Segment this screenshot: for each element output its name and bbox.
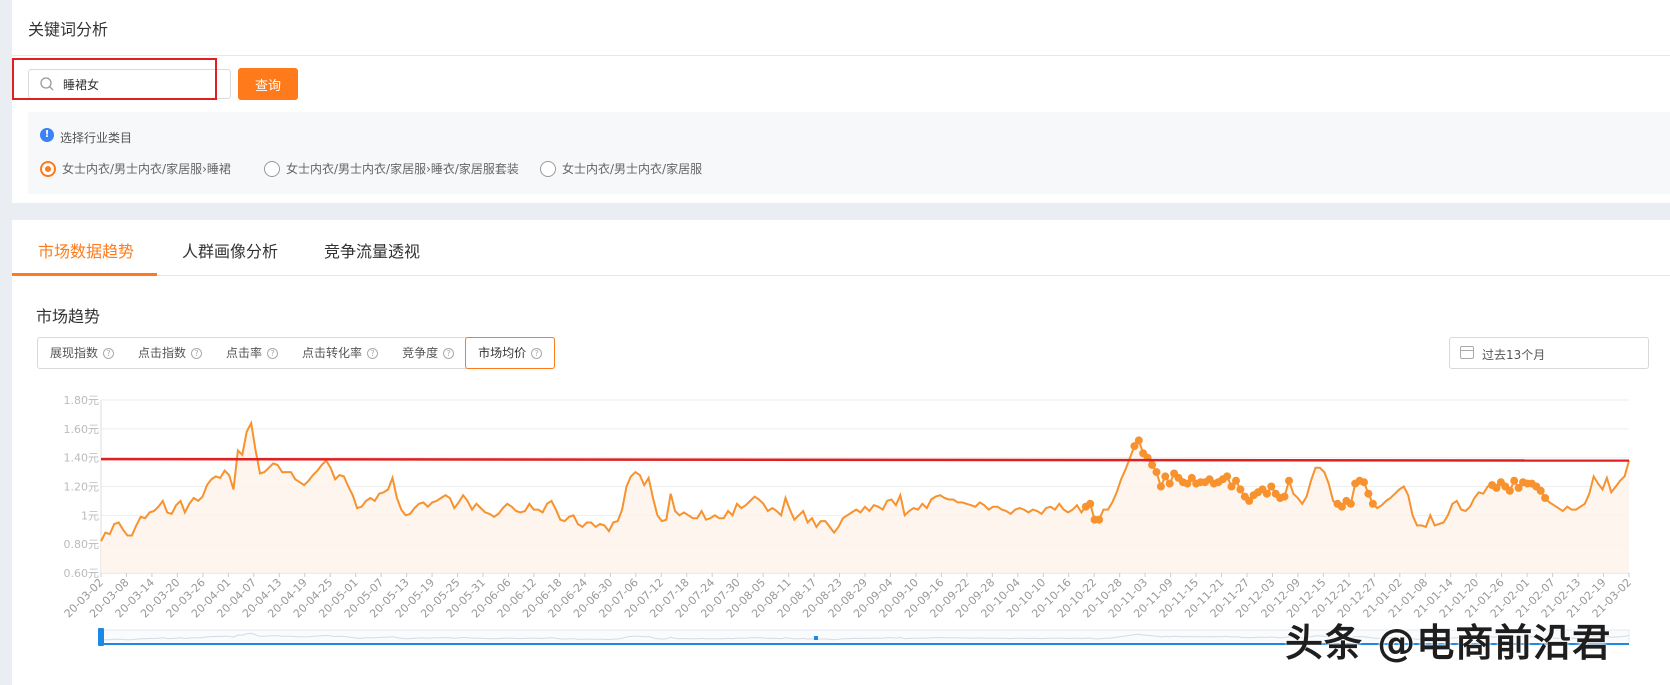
y-tick-label: 1.40元 — [64, 452, 100, 465]
radio-icon[interactable] — [264, 160, 280, 177]
series-area — [101, 423, 1629, 573]
data-point[interactable] — [1148, 460, 1157, 469]
y-tick-label: 1.80元 — [64, 394, 100, 407]
tab-audience-profile[interactable]: 人群画像分析 — [182, 238, 278, 262]
y-tick-label: 1.60元 — [64, 423, 100, 436]
category-option-label: 女士内衣/男士内衣/家居服›睡衣/家居服套装 — [286, 162, 519, 176]
data-point[interactable] — [1267, 482, 1276, 491]
data-point[interactable] — [1510, 476, 1519, 485]
search-box[interactable] — [28, 69, 231, 99]
category-option-3[interactable]: 女士内衣/男士内衣/家居服 — [540, 160, 702, 177]
filter-label: 选择行业类目 — [60, 131, 133, 145]
data-point[interactable] — [1232, 476, 1240, 485]
data-point[interactable] — [1536, 486, 1545, 495]
category-option-1[interactable]: 女士内衣/男士内衣/家居服›睡裙 — [40, 160, 231, 177]
range-slider-handle-left[interactable] — [98, 628, 104, 646]
data-point[interactable] — [1280, 492, 1289, 501]
data-point[interactable] — [1541, 494, 1550, 502]
help-icon[interactable]: ? — [531, 347, 543, 359]
range-slider-grip-icon[interactable] — [814, 636, 818, 640]
query-button[interactable]: 查询 — [238, 68, 298, 100]
divider — [12, 55, 1670, 56]
help-icon[interactable]: ? — [103, 347, 115, 359]
data-point[interactable] — [1285, 476, 1293, 485]
help-icon[interactable]: ? — [191, 347, 203, 359]
data-point[interactable] — [1236, 485, 1245, 494]
calendar-icon — [1460, 346, 1474, 359]
data-point[interactable] — [1156, 482, 1165, 491]
page-title: 关键词分析 — [28, 20, 109, 39]
help-icon[interactable]: ? — [443, 347, 455, 359]
data-point[interactable] — [1134, 436, 1143, 445]
data-point[interactable] — [1505, 486, 1514, 495]
active-tab-indicator — [12, 273, 157, 276]
reference-line — [100, 457, 1630, 462]
search-input[interactable] — [63, 74, 223, 94]
radio-icon[interactable] — [540, 160, 556, 177]
y-tick-label: 1.20元 — [64, 481, 100, 494]
data-point[interactable] — [1086, 499, 1095, 508]
keyword-analysis-panel: 关键词分析 查询 ! 选择行业类目 女士内衣/男士内衣/家居服›睡裙 女士内衣/… — [12, 0, 1670, 203]
category-option-label: 女士内衣/男士内衣/家居服›睡裙 — [62, 162, 231, 176]
data-point[interactable] — [1368, 499, 1377, 508]
data-point[interactable] — [1165, 479, 1174, 488]
data-point[interactable] — [1364, 489, 1373, 498]
category-option-label: 女士内衣/男士内衣/家居服 — [562, 162, 703, 176]
data-point[interactable] — [1161, 472, 1170, 481]
y-tick-label: 0.80元 — [64, 538, 100, 551]
watermark-text: 头条 @电商前沿君 — [1285, 621, 1612, 665]
info-icon: ! — [40, 128, 54, 142]
data-point[interactable] — [1346, 499, 1355, 508]
data-point[interactable] — [1223, 472, 1232, 481]
data-point[interactable] — [1360, 478, 1368, 487]
data-point[interactable] — [1095, 515, 1104, 524]
category-filter-panel: ! 选择行业类目 女士内衣/男士内衣/家居服›睡裙 女士内衣/男士内衣/家居服›… — [28, 112, 1670, 194]
tab-market-trend[interactable]: 市场数据趋势 — [38, 238, 134, 262]
section-title: 市场趋势 — [36, 307, 101, 326]
search-icon — [40, 77, 54, 91]
category-option-2[interactable]: 女士内衣/男士内衣/家居服›睡衣/家居服套装 — [264, 160, 519, 177]
radio-selected-icon[interactable] — [40, 160, 56, 177]
help-icon[interactable]: ? — [267, 347, 279, 359]
y-tick-label: 1元 — [81, 509, 99, 522]
data-point[interactable] — [1262, 489, 1271, 498]
tab-competition-traffic[interactable]: 竞争流量透视 — [324, 238, 420, 262]
data-point[interactable] — [1152, 468, 1161, 477]
tab-bar: 市场数据趋势 人群画像分析 竞争流量透视 — [12, 220, 1670, 276]
help-icon[interactable]: ? — [367, 347, 379, 359]
